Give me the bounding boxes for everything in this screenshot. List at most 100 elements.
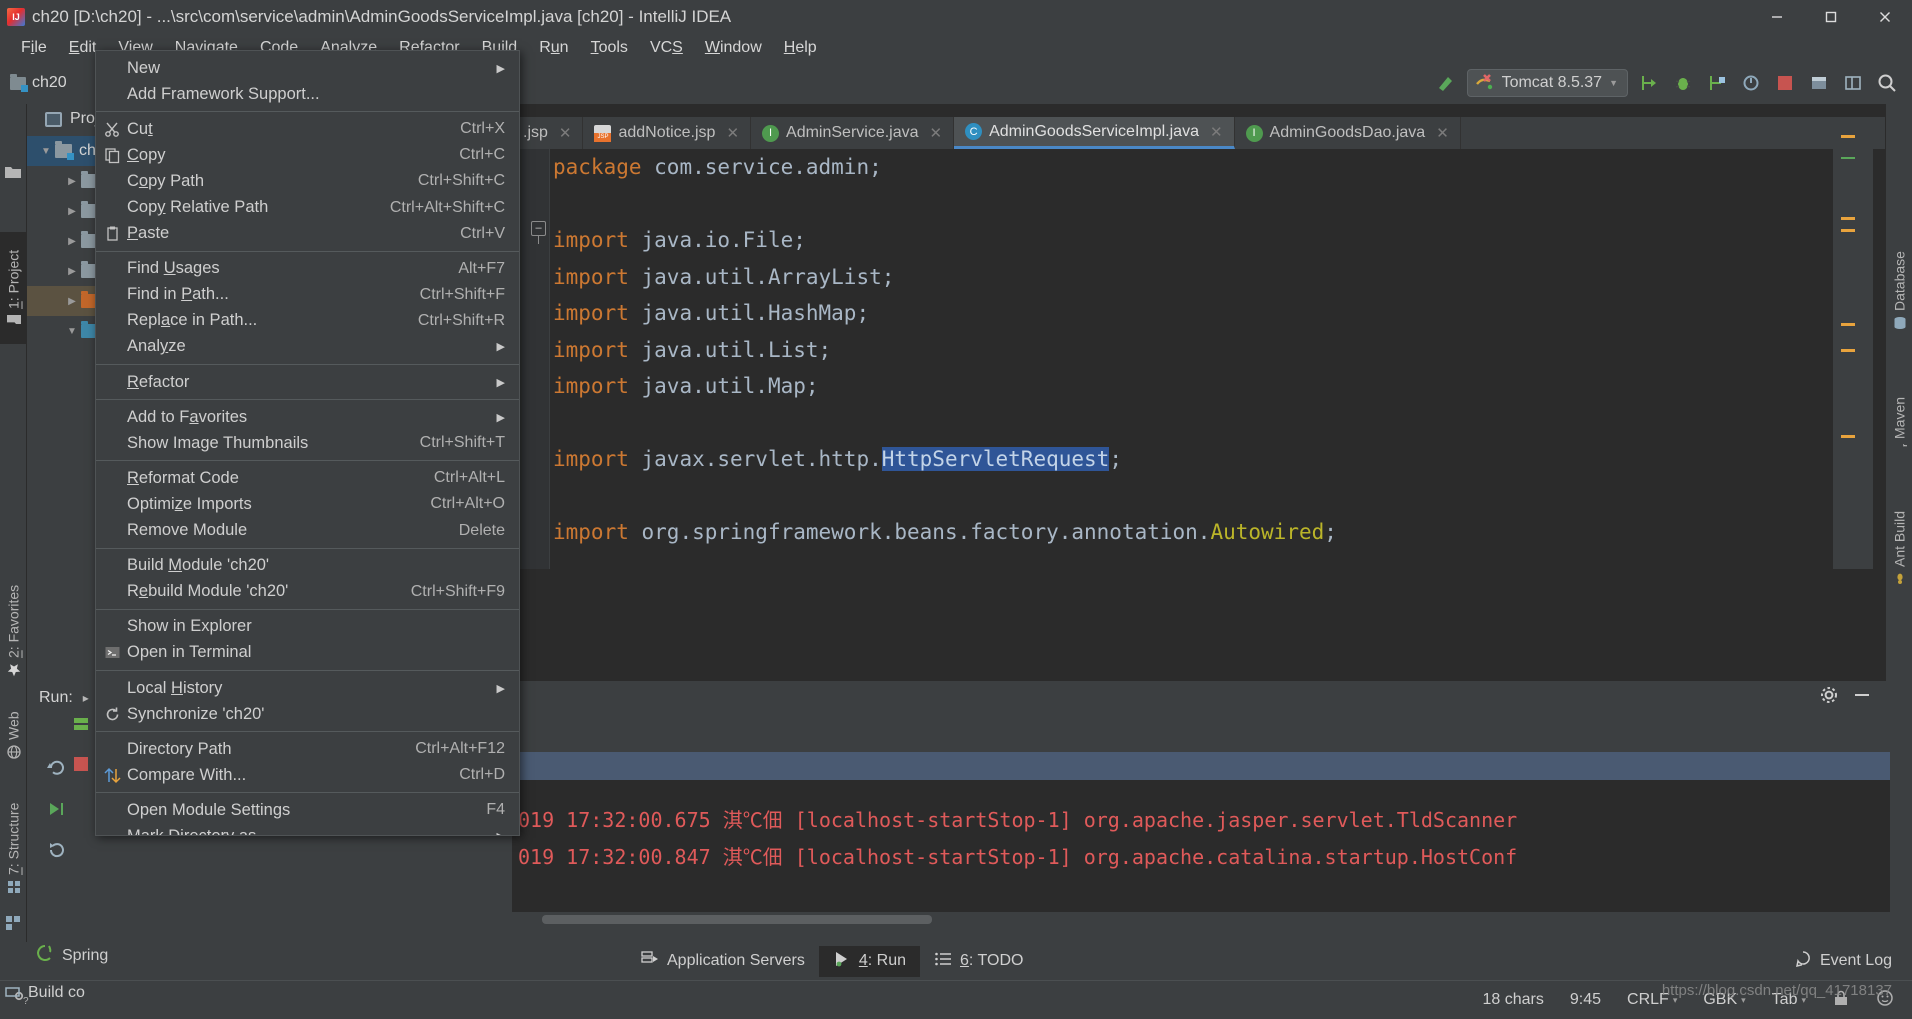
back-arrow-icon[interactable] <box>1433 70 1459 96</box>
tool-window-button-database[interactable]: Database <box>1886 232 1912 350</box>
scrollbar-thumb[interactable] <box>542 915 932 924</box>
context-menu-item-directory-path[interactable]: Directory Path Ctrl+Alt+F12 <box>96 736 519 762</box>
close-tab-icon[interactable]: ✕ <box>1436 124 1449 142</box>
status-encoding[interactable]: GBK ▾ <box>1703 991 1745 1009</box>
context-menu-item-copy-path[interactable]: Copy Path Ctrl+Shift+C <box>96 168 519 194</box>
editor-vertical-scrollbar[interactable] <box>1861 117 1873 569</box>
layout-icon[interactable] <box>1840 70 1866 96</box>
run-configuration-selector[interactable]: Tomcat 8.5.37 ▼ <box>1466 69 1628 97</box>
context-menu-item-add-framework-support[interactable]: Add Framework Support... <box>96 81 519 107</box>
tree-expand-arrow-icon[interactable]: ▼ <box>63 326 81 337</box>
fold-collapse-icon[interactable]: – <box>531 221 546 244</box>
close-tab-icon[interactable]: ✕ <box>930 124 943 142</box>
editor-tab-adminservice-java[interactable]: I AdminService.java ✕ <box>751 117 955 149</box>
face-icon[interactable] <box>1876 989 1894 1012</box>
bottom-bar-item-6-todo[interactable]: 6: TODO <box>920 946 1037 977</box>
event-log-button[interactable]: Event Log <box>1794 950 1912 973</box>
tool-window-button-1-project[interactable]: 1: Project <box>0 232 27 344</box>
context-menu-item-add-to-favorites[interactable]: Add to Favorites ▶ <box>96 404 519 430</box>
editor-tab-admingoodsdao-java[interactable]: I AdminGoodsDao.java ✕ <box>1235 117 1461 149</box>
profile-icon[interactable] <box>1738 70 1764 96</box>
close-tab-icon[interactable]: ✕ <box>1210 123 1223 141</box>
context-menu-item-compare-with[interactable]: Compare With... Ctrl+D <box>96 762 519 788</box>
context-menu-item-rebuild-module-ch20[interactable]: Rebuild Module 'ch20' Ctrl+Shift+F9 <box>96 579 519 605</box>
folder-strip-icon[interactable] <box>4 164 22 185</box>
context-menu-item-mark-directory-as[interactable]: Mark Directory as ▶ <box>96 823 519 835</box>
run-console[interactable]: 019 17:32:00.675 淇℃佃 [localhost-startSto… <box>512 752 1890 912</box>
menubar-item-run[interactable]: Run <box>528 36 579 60</box>
context-menu-item-show-image-thumbnails[interactable]: Show Image Thumbnails Ctrl+Shift+T <box>96 430 519 456</box>
status-indent[interactable]: Tab ▾ <box>1772 991 1806 1009</box>
menubar-item-file[interactable]: File <box>10 36 58 60</box>
minimize-button[interactable] <box>1750 0 1804 33</box>
tool-window-button-web[interactable]: Web <box>0 704 27 766</box>
close-button[interactable] <box>1858 0 1912 33</box>
context-menu-item-refactor[interactable]: Refactor ▶ <box>96 369 519 395</box>
menubar-item-tools[interactable]: Tools <box>580 36 639 60</box>
context-menu-item-replace-in-path[interactable]: Replace in Path... Ctrl+Shift+R <box>96 308 519 334</box>
tool-window-button-maven[interactable]: m Maven <box>1886 384 1912 470</box>
lock-icon[interactable] <box>1832 989 1850 1012</box>
coverage-icon[interactable] <box>1704 70 1730 96</box>
context-menu-item-cut[interactable]: Cut Ctrl+X <box>96 116 519 142</box>
context-menu-item-find-in-path[interactable]: Find in Path... Ctrl+Shift+F <box>96 282 519 308</box>
tree-expand-arrow-icon[interactable]: ▶ <box>63 266 81 277</box>
build-status-item[interactable]: Build co <box>4 982 85 1004</box>
tree-expand-arrow-icon[interactable]: ▶ <box>63 206 81 217</box>
context-menu-item-new[interactable]: New ▶ <box>96 55 519 81</box>
maximize-button[interactable] <box>1804 0 1858 33</box>
grid-icon[interactable] <box>4 914 22 937</box>
console-horizontal-scrollbar[interactable] <box>512 912 1890 926</box>
toolbar-project-chip[interactable]: ch20 <box>10 73 67 92</box>
run-window-chevron-icon[interactable]: ▸ <box>83 691 89 705</box>
editor-tab-admingoodsserviceimpl-java[interactable]: C AdminGoodsServiceImpl.java ✕ <box>954 117 1235 149</box>
context-menu-item-remove-module[interactable]: Remove Module Delete <box>96 518 519 544</box>
tool-window-button-7-structure[interactable]: 7: Structure <box>0 794 27 902</box>
status-line-separator[interactable]: CRLF ▾ <box>1627 991 1677 1009</box>
project-context-menu[interactable]: New ▶ Add Framework Support... Cut Ctrl+X Cop… <box>95 50 520 836</box>
context-menu-item-copy[interactable]: Copy Ctrl+C <box>96 142 519 168</box>
context-menu-item-open-in-terminal[interactable]: Open in Terminal <box>96 640 519 666</box>
stop-icon[interactable] <box>1772 70 1798 96</box>
context-menu-item-build-module-ch20[interactable]: Build Module 'ch20' <box>96 553 519 579</box>
run-icon[interactable] <box>1636 70 1662 96</box>
spring-tool-button[interactable]: Spring <box>36 944 108 967</box>
run-step-icon[interactable] <box>47 799 67 824</box>
close-tab-icon[interactable]: ✕ <box>726 124 739 142</box>
menubar-item-help[interactable]: Help <box>773 36 828 60</box>
tree-expand-arrow-icon[interactable]: ▶ <box>63 176 81 187</box>
rerun-icon[interactable] <box>47 758 67 783</box>
tree-expand-arrow-icon[interactable]: ▶ <box>63 236 81 247</box>
context-menu-item-reformat-code[interactable]: Reformat Code Ctrl+Alt+L <box>96 465 519 491</box>
minimize-panel-icon[interactable] <box>1852 685 1872 710</box>
chevron-down-icon[interactable]: ▼ <box>1609 78 1618 88</box>
search-icon[interactable] <box>1874 70 1900 96</box>
editor-tab-addnotice-jsp[interactable]: addNotice.jsp ✕ <box>583 117 752 149</box>
tree-expand-arrow-icon[interactable]: ▶ <box>63 296 81 307</box>
gear-icon[interactable] <box>1819 685 1839 710</box>
context-menu-item-show-in-explorer[interactable]: Show in Explorer <box>96 614 519 640</box>
tree-expand-arrow-icon[interactable]: ▼ <box>37 146 55 157</box>
database-toolbar-icon[interactable] <box>1806 70 1832 96</box>
menubar-item-vcs[interactable]: VCS <box>639 36 694 60</box>
menubar-item-window[interactable]: Window <box>694 36 773 60</box>
editor-tab-jsp[interactable]: .jsp ✕ <box>512 117 584 149</box>
debug-icon[interactable] <box>1670 70 1696 96</box>
context-menu-item-open-module-settings[interactable]: Open Module Settings F4 <box>96 797 519 823</box>
context-menu-item-local-history[interactable]: Local History ▶ <box>96 675 519 701</box>
refresh-icon[interactable] <box>47 840 67 865</box>
context-menu-item-paste[interactable]: Paste Ctrl+V <box>96 221 519 247</box>
bottom-bar-item-application-servers[interactable]: Application Servers <box>627 946 819 977</box>
bottom-bar-item-4-run[interactable]: 4: Run <box>818 945 920 977</box>
context-menu-item-synchronize-ch20[interactable]: Synchronize 'ch20' <box>96 701 519 727</box>
context-menu-item-copy-relative-path[interactable]: Copy Relative Path Ctrl+Alt+Shift+C <box>96 194 519 220</box>
editor-code-content[interactable]: package com.service.admin; import java.i… <box>553 149 1833 569</box>
tool-window-button-2-favorites[interactable]: 2: Favorites <box>0 572 27 690</box>
tool-window-button-ant-build[interactable]: Ant Build <box>1886 494 1912 602</box>
close-tab-icon[interactable]: ✕ <box>559 124 572 142</box>
context-menu-item-find-usages[interactable]: Find Usages Alt+F7 <box>96 256 519 282</box>
editor-error-stripe[interactable] <box>1833 117 1861 569</box>
context-menu-item-optimize-imports[interactable]: Optimize Imports Ctrl+Alt+O <box>96 491 519 517</box>
context-menu-item-analyze[interactable]: Analyze ▶ <box>96 334 519 360</box>
status-caret-position[interactable]: 9:45 <box>1570 991 1601 1009</box>
